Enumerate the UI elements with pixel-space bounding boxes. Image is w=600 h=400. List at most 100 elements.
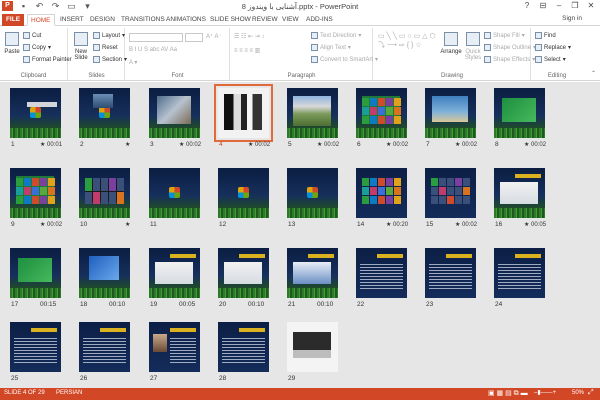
slide-thumbnail[interactable] <box>149 322 200 372</box>
tab-file[interactable]: FILE <box>2 14 24 26</box>
collapse-ribbon-icon[interactable]: ⌃ <box>591 70 596 77</box>
slide-text-block <box>170 338 196 364</box>
tab-home[interactable]: HOME <box>27 14 55 26</box>
cut-button[interactable]: Cut <box>23 32 41 39</box>
slide-thumbnail[interactable] <box>356 168 407 218</box>
minimize-button[interactable]: – <box>552 0 566 12</box>
section-button[interactable]: Section ▾ <box>93 56 127 63</box>
replace-button[interactable]: Replace ▾ <box>535 44 571 51</box>
slide-thumbnail[interactable] <box>425 248 476 298</box>
slide-thumbnail[interactable] <box>425 88 476 138</box>
slide-thumbnail[interactable] <box>10 248 61 298</box>
slide-thumbnail[interactable] <box>494 168 545 218</box>
align-buttons[interactable]: ≡ ≡ ≡ ≡ ▥ <box>234 47 260 54</box>
slide-thumbnail[interactable] <box>79 168 130 218</box>
font-format-buttons[interactable]: B I U S abc AV Aa <box>129 47 177 53</box>
convert-smartart-button[interactable]: Convert to SmartArt ▾ <box>311 56 378 63</box>
slide-text-block <box>498 264 541 290</box>
slide-thumbnail[interactable] <box>494 88 545 138</box>
tab-add-ins[interactable]: ADD-INS <box>303 14 336 26</box>
align-text-button[interactable]: Align Text ▾ <box>311 44 351 51</box>
slide-thumbnail[interactable] <box>494 248 545 298</box>
grass-graphic <box>356 128 407 138</box>
ribbon-display-options-icon[interactable]: ⊟ <box>536 0 550 12</box>
slide-thumbnail[interactable] <box>10 88 61 138</box>
reset-button[interactable]: Reset <box>93 44 118 51</box>
shape-effects-button[interactable]: Shape Effects ▾ <box>484 56 535 63</box>
paste-button[interactable]: Paste <box>3 32 21 55</box>
shape-outline-button[interactable]: Shape Outline ▾ <box>484 44 536 51</box>
slide-thumbnail[interactable] <box>79 248 130 298</box>
slide-thumbnail[interactable] <box>79 322 130 372</box>
text-direction-button[interactable]: Text Direction ▾ <box>311 32 361 39</box>
slide-thumbnail[interactable] <box>214 84 273 142</box>
restore-button[interactable]: ❐ <box>568 0 582 12</box>
tab-transitions[interactable]: TRANSITIONS <box>118 14 168 26</box>
replace-icon <box>535 44 542 51</box>
tab-view[interactable]: VIEW <box>279 14 302 26</box>
grass-graphic <box>287 288 338 298</box>
select-icon <box>535 56 542 63</box>
font-color-button[interactable]: A ▾ <box>129 59 137 66</box>
grass-graphic <box>287 208 338 218</box>
quick-styles-label: Quick Styles <box>464 49 482 61</box>
slide-thumbnail[interactable] <box>10 168 61 218</box>
format-painter-button[interactable]: Format Painter <box>23 56 72 63</box>
new-slide-button[interactable]: New Slide <box>71 32 91 61</box>
tab-review[interactable]: REVIEW <box>249 14 281 26</box>
slide-number: 9 <box>11 221 15 228</box>
slide-thumbnail[interactable] <box>149 88 200 138</box>
slide-thumbnail[interactable] <box>149 248 200 298</box>
help-button[interactable]: ? <box>520 0 534 12</box>
smartart-icon <box>311 56 318 63</box>
list-buttons[interactable]: ☰ ☷ ⇤ ⇥ ↕ <box>234 33 264 40</box>
view-buttons[interactable]: ▣ ▦ ▤ ⧉ ▬ <box>488 389 528 398</box>
font-name-combo[interactable] <box>129 33 183 42</box>
font-size-combo[interactable] <box>185 33 203 42</box>
shape-fill-button[interactable]: Shape Fill ▾ <box>484 32 525 39</box>
tab-design[interactable]: DESIGN <box>87 14 118 26</box>
window-title: آشنایی با ویندوز 8.pptx - PowerPoint <box>241 2 359 11</box>
slide-number: 7 <box>426 141 430 148</box>
shapes-gallery[interactable]: ▭ ╲ ╲ ▭ ○ ▭ △ ⬡ ⤵ ⟶ ⇨ { } ☆ <box>378 32 436 50</box>
zoom-level[interactable]: 50% <box>572 390 584 396</box>
slide-thumbnail[interactable] <box>218 322 269 372</box>
close-button[interactable]: ✕ <box>584 0 598 12</box>
zoom-slider[interactable]: –▮——+ <box>534 389 556 396</box>
slide-thumbnail[interactable] <box>287 322 338 372</box>
grow-font-button[interactable]: A⁺ A⁻ <box>206 33 222 40</box>
language-indicator[interactable]: PERSIAN <box>56 390 82 396</box>
slide-thumbnail[interactable] <box>356 88 407 138</box>
text-direction-icon <box>311 32 318 39</box>
quick-styles-button[interactable]: Quick Styles <box>463 32 483 61</box>
tab-animations[interactable]: ANIMATIONS <box>163 14 209 26</box>
sign-in-link[interactable]: Sign in <box>562 15 582 22</box>
arrange-button[interactable]: Arrange <box>440 32 462 55</box>
slide-thumbnail[interactable] <box>149 168 200 218</box>
slide-thumbnail[interactable] <box>287 248 338 298</box>
layout-button[interactable]: Layout ▾ <box>93 32 125 39</box>
effects-icon <box>484 56 491 63</box>
slide-thumbnail[interactable] <box>79 88 130 138</box>
tab-insert[interactable]: INSERT <box>57 14 87 26</box>
slide-thumbnail[interactable] <box>287 168 338 218</box>
grass-graphic <box>425 128 476 138</box>
tab-slide-show[interactable]: SLIDE SHOW <box>207 14 254 26</box>
copy-button[interactable]: Copy ▾ <box>23 44 51 51</box>
grass-graphic <box>494 208 545 218</box>
select-button[interactable]: Select ▾ <box>535 56 566 63</box>
slide-number: 21 <box>288 301 296 308</box>
ribbon-tabs: FILE HOME INSERT DESIGN TRANSITIONS ANIM… <box>0 13 600 26</box>
slide-thumbnail[interactable] <box>287 88 338 138</box>
slide-number: 25 <box>11 375 19 382</box>
find-button[interactable]: Find <box>535 32 556 39</box>
slide-image <box>157 96 191 124</box>
slide-thumbnail[interactable] <box>425 168 476 218</box>
paste-label: Paste <box>4 49 20 55</box>
slide-thumbnail[interactable] <box>10 322 61 372</box>
slide-number: 5 <box>288 141 292 148</box>
slide-thumbnail[interactable] <box>356 248 407 298</box>
slide-thumbnail[interactable] <box>218 248 269 298</box>
slide-thumbnail[interactable] <box>218 168 269 218</box>
fit-slide-icon[interactable]: ⤢ <box>588 389 594 397</box>
